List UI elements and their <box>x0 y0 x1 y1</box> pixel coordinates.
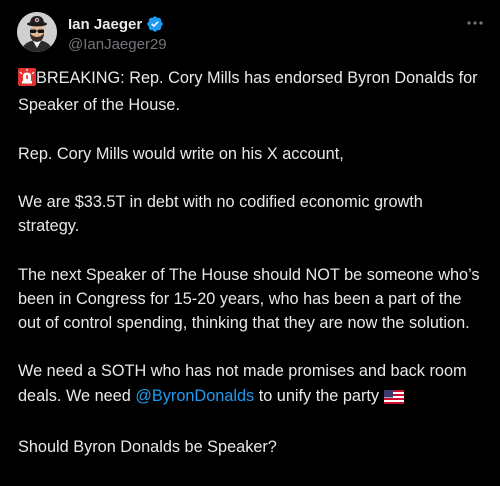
tweet-card[interactable]: Ian Jaeger @IanJaeger29 BREAKING: Rep. C… <box>0 0 500 486</box>
us-flag-emoji <box>383 387 404 411</box>
more-options-button[interactable] <box>464 12 486 34</box>
author-display-name[interactable]: Ian Jaeger <box>68 16 142 33</box>
avatar-image <box>17 12 57 52</box>
avatar[interactable] <box>17 12 57 52</box>
tweet-paragraph-1-text: BREAKING: Rep. Cory Mills has endorsed B… <box>18 69 478 115</box>
rotating-light-emoji <box>18 68 36 93</box>
author-handle[interactable]: @IanJaeger29 <box>68 36 167 53</box>
tweet-paragraph-1: BREAKING: Rep. Cory Mills has endorsed B… <box>18 66 488 117</box>
tweet-paragraph-6: Should Byron Donalds be Speaker? <box>18 437 277 456</box>
tweet-text: BREAKING: Rep. Cory Mills has endorsed B… <box>18 66 488 483</box>
mention-link[interactable]: @ByronDonalds <box>135 387 254 405</box>
tweet-paragraph-5: We need a SOTH who has not made promises… <box>18 359 488 410</box>
author-block: Ian Jaeger @IanJaeger29 <box>68 14 167 54</box>
tweet-paragraph-2: Rep. Cory Mills would write on his X acc… <box>18 144 344 163</box>
name-row: Ian Jaeger <box>68 14 167 34</box>
verified-badge-icon[interactable] <box>146 15 164 33</box>
more-horizontal-icon <box>467 21 483 25</box>
tweet-paragraph-5-after: to unify the party <box>254 386 384 405</box>
tweet-paragraph-3: We are $33.5T in debt with no codified e… <box>18 192 423 236</box>
tweet-paragraph-4: The next Speaker of The House should NOT… <box>18 265 480 332</box>
